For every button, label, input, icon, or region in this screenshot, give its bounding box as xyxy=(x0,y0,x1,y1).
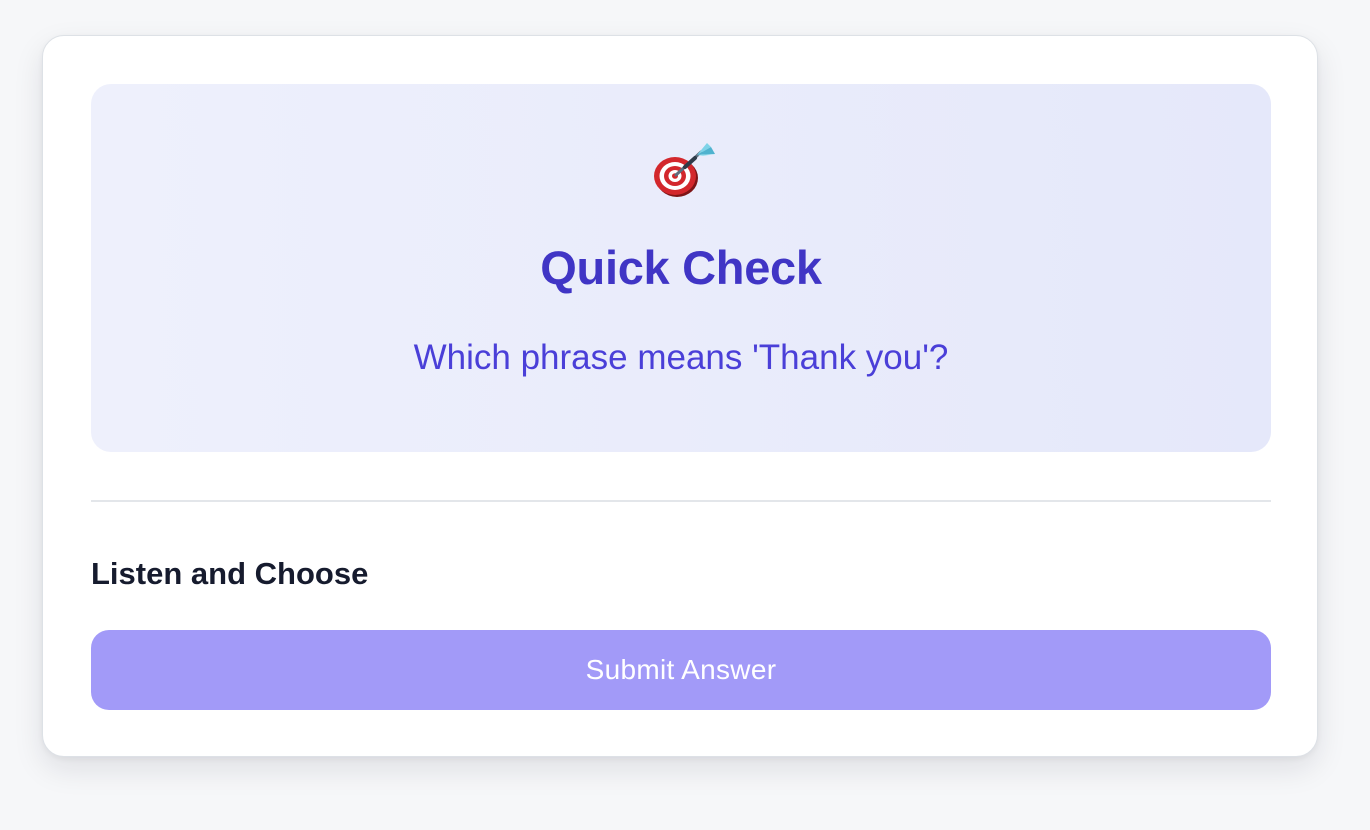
quiz-header-panel: Quick Check Which phrase means 'Thank yo… xyxy=(91,84,1271,452)
quiz-title: Quick Check xyxy=(540,241,822,294)
dart-target-icon xyxy=(654,143,715,197)
submit-answer-button[interactable]: Submit Answer xyxy=(91,630,1271,710)
exercise-type-label: Listen and Choose xyxy=(91,556,369,591)
quiz-card: Quick Check Which phrase means 'Thank yo… xyxy=(42,35,1318,757)
section-divider xyxy=(91,500,1271,502)
quiz-question: Which phrase means 'Thank you'? xyxy=(413,338,949,377)
